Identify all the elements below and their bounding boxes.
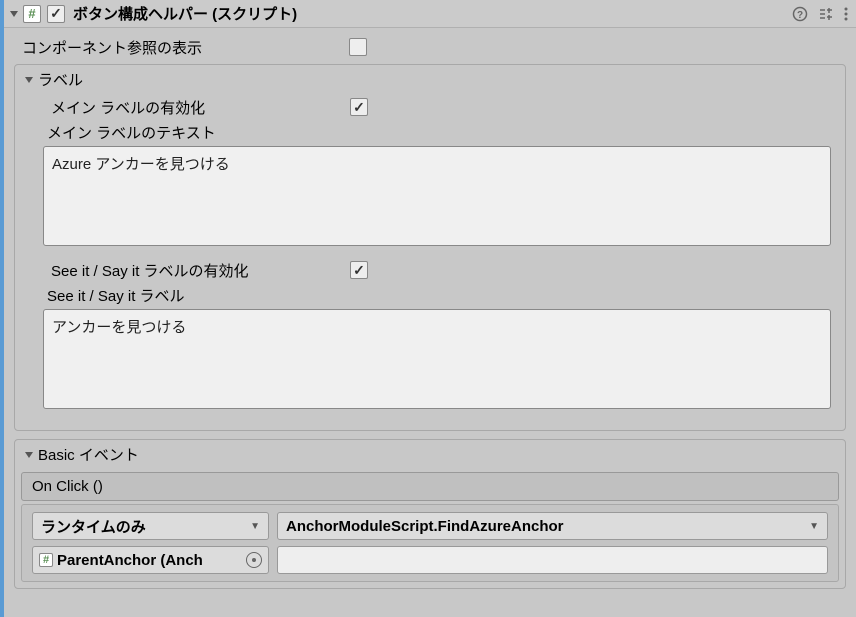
- script-icon: #: [23, 5, 41, 23]
- seeit-enable-row: See it / Say it ラベルの有効化: [43, 257, 831, 283]
- labels-section-title: ラベル: [38, 69, 83, 90]
- target-object-value: ParentAnchor (Anch: [57, 552, 203, 569]
- basic-events-section: Basic イベント On Click () ランタイムのみ ▼ AnchorM…: [14, 439, 846, 589]
- function-dropdown[interactable]: AnchorModuleScript.FindAzureAnchor ▼: [277, 512, 828, 540]
- chevron-down-icon: ▼: [809, 521, 819, 532]
- main-label-enable-checkbox[interactable]: [350, 98, 368, 116]
- component-header: # ボタン構成ヘルパー (スクリプト) ?: [0, 0, 856, 28]
- main-label-enable-row: メイン ラベルの有効化: [43, 94, 831, 120]
- object-picker-icon[interactable]: [246, 552, 262, 568]
- function-dropdown-value: AnchorModuleScript.FindAzureAnchor: [286, 518, 564, 535]
- seeit-enable-checkbox[interactable]: [350, 261, 368, 279]
- main-label-text-label: メイン ラベルのテキスト: [43, 122, 831, 143]
- component-enable-checkbox[interactable]: [47, 5, 65, 23]
- script-icon: #: [39, 553, 53, 567]
- basic-events-title: Basic イベント: [38, 444, 139, 465]
- labels-section: ラベル メイン ラベルの有効化 メイン ラベルのテキスト See it / Sa…: [14, 64, 846, 431]
- labels-section-header[interactable]: ラベル: [15, 65, 845, 94]
- runtime-dropdown-value: ランタイムのみ: [41, 516, 146, 537]
- component-refs-row: コンポーネント参照の表示: [14, 34, 846, 60]
- component-refs-label: コンポーネント参照の表示: [14, 37, 349, 58]
- basic-events-foldout[interactable]: [23, 449, 35, 461]
- argument-field[interactable]: [277, 546, 828, 574]
- runtime-dropdown[interactable]: ランタイムのみ ▼: [32, 512, 269, 540]
- chevron-down-icon: ▼: [250, 521, 260, 532]
- onclick-title: On Click (): [32, 478, 103, 495]
- preset-icon[interactable]: [818, 6, 834, 22]
- seeit-label-input[interactable]: [43, 309, 831, 409]
- component-refs-checkbox[interactable]: [349, 38, 367, 56]
- main-label-text-input[interactable]: [43, 146, 831, 246]
- svg-text:?: ?: [797, 10, 803, 21]
- basic-events-header[interactable]: Basic イベント: [15, 440, 845, 469]
- component-foldout[interactable]: [8, 8, 20, 20]
- menu-icon[interactable]: [844, 6, 848, 22]
- onclick-header: On Click (): [21, 472, 839, 501]
- seeit-enable-label: See it / Say it ラベルの有効化: [43, 260, 350, 281]
- labels-foldout[interactable]: [23, 74, 35, 86]
- component-title: ボタン構成ヘルパー (スクリプト): [73, 3, 792, 24]
- seeit-label-label: See it / Say it ラベル: [43, 285, 831, 306]
- target-object-field[interactable]: # ParentAnchor (Anch: [32, 546, 269, 574]
- main-label-enable-label: メイン ラベルの有効化: [43, 97, 350, 118]
- help-icon[interactable]: ?: [792, 6, 808, 22]
- onclick-body: ランタイムのみ ▼ AnchorModuleScript.FindAzureAn…: [21, 504, 839, 582]
